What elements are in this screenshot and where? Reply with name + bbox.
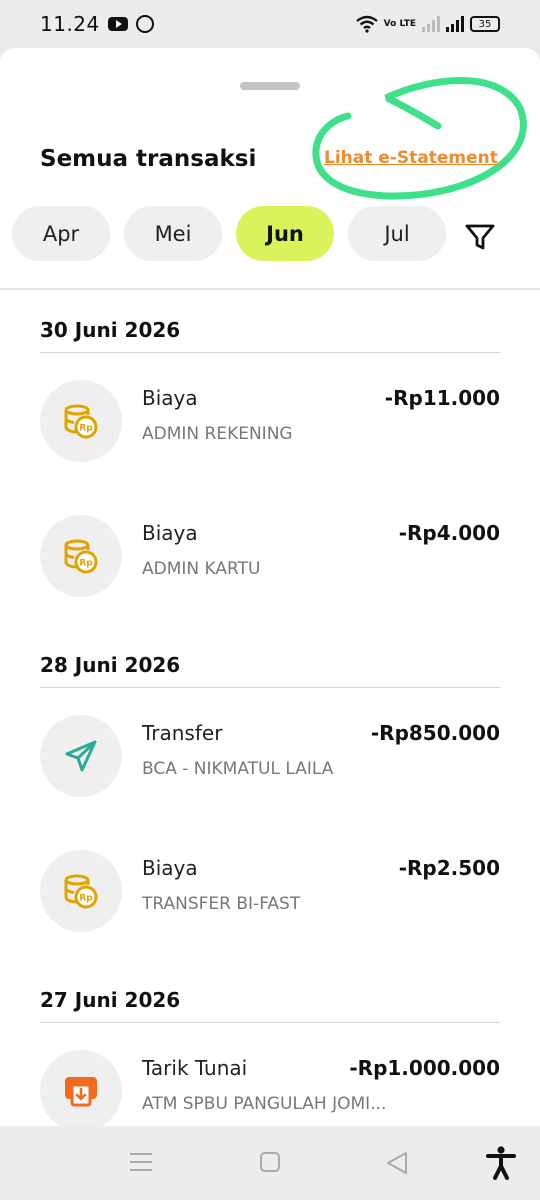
- transaction-amount: -Rp2.500: [398, 856, 500, 880]
- whatsapp-icon: [135, 15, 154, 33]
- signal-icon: [446, 16, 464, 32]
- atm-withdraw-icon: [40, 1050, 122, 1126]
- status-bar: 11.24 Vo LTE 35: [0, 0, 540, 48]
- signal-weak-icon: [422, 16, 440, 32]
- svg-text:Rp: Rp: [79, 424, 93, 434]
- transaction-type: Biaya: [142, 856, 198, 880]
- coins-rp-icon: Rp: [40, 380, 122, 462]
- send-icon: [40, 715, 122, 797]
- date-divider: [40, 352, 500, 353]
- transaction-description: BCA - NIKMATUL LAILA: [142, 759, 334, 779]
- month-tab-mei[interactable]: Mei: [124, 206, 222, 261]
- transactions-sheet: Semua transaksi Lihat e-Statement Apr Me…: [0, 48, 540, 1126]
- svg-text:Rp: Rp: [79, 559, 93, 569]
- e-statement-link[interactable]: Lihat e-Statement: [324, 148, 498, 168]
- date-header: 30 Juni 2026: [40, 318, 181, 342]
- menu-icon[interactable]: [128, 1150, 154, 1174]
- transaction-item[interactable]: Rp Biaya ADMIN REKENING -Rp11.000: [40, 380, 500, 470]
- transaction-type: Biaya: [142, 521, 198, 545]
- coins-rp-icon: Rp: [40, 515, 122, 597]
- transaction-item[interactable]: Rp Biaya ADMIN KARTU -Rp4.000: [40, 515, 500, 605]
- date-header: 28 Juni 2026: [40, 653, 181, 677]
- month-selector: Apr Mei Jun Jul: [12, 206, 446, 261]
- transaction-type: Transfer: [142, 721, 223, 745]
- battery-icon: 35: [470, 16, 500, 32]
- wifi-icon: [355, 15, 378, 33]
- transaction-amount: -Rp850.000: [370, 721, 500, 745]
- transaction-type: Tarik Tunai: [142, 1056, 248, 1080]
- date-header: 27 Juni 2026: [40, 988, 181, 1012]
- status-time: 11.24: [40, 12, 100, 36]
- transaction-description: ADMIN KARTU: [142, 559, 261, 579]
- date-divider: [40, 1022, 500, 1023]
- page-title: Semua transaksi: [40, 146, 257, 172]
- transaction-amount: -Rp11.000: [384, 386, 500, 410]
- youtube-icon: [107, 17, 128, 31]
- month-tab-jun[interactable]: Jun: [236, 206, 334, 261]
- filter-icon[interactable]: [462, 218, 498, 254]
- month-tab-apr[interactable]: Apr: [12, 206, 110, 261]
- transaction-amount: -Rp4.000: [398, 521, 500, 545]
- transaction-description: ATM SPBU PANGULAH JOMI...: [142, 1094, 387, 1114]
- coins-rp-icon: Rp: [40, 850, 122, 932]
- transaction-description: ADMIN REKENING: [142, 424, 293, 444]
- transaction-description: TRANSFER BI-FAST: [142, 894, 301, 914]
- transaction-amount: -Rp1.000.000: [349, 1056, 500, 1080]
- status-right: Vo LTE 35: [355, 15, 500, 33]
- home-icon[interactable]: [258, 1150, 282, 1174]
- month-tab-jul[interactable]: Jul: [348, 206, 446, 261]
- transaction-type: Biaya: [142, 386, 198, 410]
- date-divider: [40, 687, 500, 688]
- transaction-item[interactable]: Rp Biaya TRANSFER BI-FAST -Rp2.500: [40, 850, 500, 940]
- svg-text:Rp: Rp: [79, 894, 93, 904]
- volte-icon: Vo LTE: [383, 18, 416, 29]
- sheet-drag-handle[interactable]: [240, 82, 300, 90]
- status-left: 11.24: [40, 12, 154, 36]
- transaction-item[interactable]: Tarik Tunai ATM SPBU PANGULAH JOMI... -R…: [40, 1050, 500, 1126]
- system-nav-bar: [0, 1126, 540, 1200]
- transaction-item[interactable]: Transfer BCA - NIKMATUL LAILA -Rp850.000: [40, 715, 500, 805]
- accessibility-icon[interactable]: [486, 1146, 516, 1180]
- header-divider: [0, 288, 540, 290]
- back-icon[interactable]: [384, 1150, 410, 1176]
